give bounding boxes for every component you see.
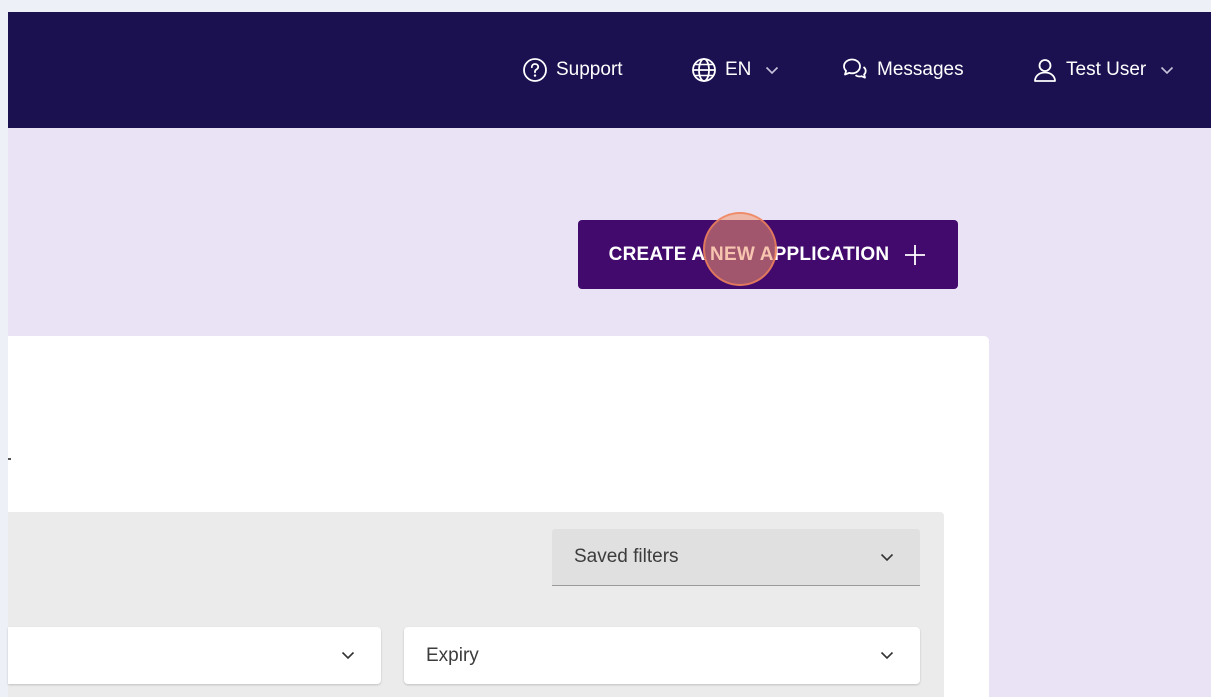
expiry-label: Expiry [426, 644, 479, 666]
help-circle-icon [523, 58, 547, 82]
window-frame-top [0, 0, 1211, 12]
globe-icon [692, 58, 716, 82]
expiry-dropdown[interactable]: Expiry [404, 627, 920, 684]
user-name-label: Test User [1066, 59, 1147, 80]
saved-filters-label: Saved filters [574, 546, 679, 567]
create-button-label: CREATE A NEW APPLICATION [608, 243, 890, 265]
support-label: Support [556, 59, 623, 80]
create-new-application-button[interactable]: CREATE A NEW APPLICATION [578, 220, 958, 289]
messages-label: Messages [877, 59, 964, 80]
chat-bubbles-icon [843, 58, 867, 79]
window-frame-left [0, 0, 8, 697]
chevron-down-icon [880, 651, 894, 660]
messages-link[interactable]: Messages [841, 12, 964, 128]
language-selector[interactable]: EN [691, 12, 779, 128]
chevron-down-icon [880, 553, 894, 561]
user-menu[interactable]: Test User [1032, 12, 1174, 128]
plus-icon [905, 244, 926, 265]
applications-card: Saved filters Expiry [8, 336, 989, 697]
support-link[interactable]: Support [522, 12, 623, 128]
chevron-down-icon [766, 66, 779, 74]
language-label: EN [725, 59, 752, 80]
user-icon [1034, 59, 1056, 82]
text-fragment [8, 458, 11, 460]
chevron-down-icon [1161, 66, 1174, 74]
filters-panel: Saved filters Expiry [8, 512, 944, 697]
top-navigation-bar: Support EN Messages Test User [8, 12, 1211, 128]
chevron-down-icon [341, 651, 355, 660]
filter-dropdown[interactable] [8, 627, 381, 684]
saved-filters-dropdown[interactable]: Saved filters [552, 529, 920, 586]
